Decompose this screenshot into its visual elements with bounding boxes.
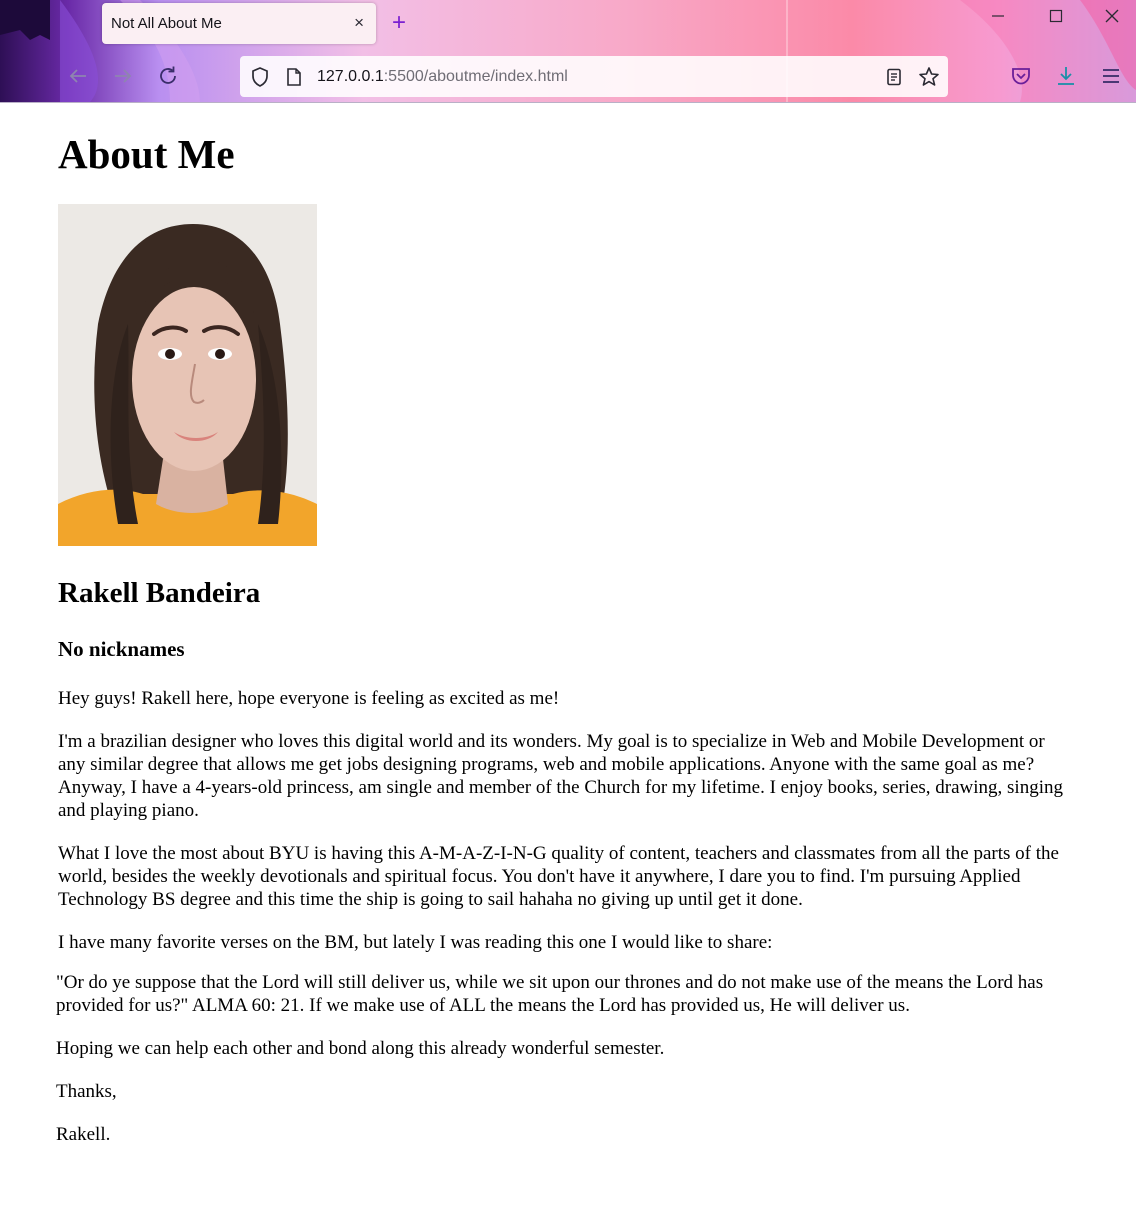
tab-active[interactable]: Not All About Me × [102,3,376,44]
minimize-icon[interactable] [990,8,1006,24]
about-paragraph: I'm a brazilian designer who loves this … [58,731,1063,821]
bookmark-star-icon[interactable] [918,66,940,88]
reader-view-icon[interactable] [884,67,904,87]
back-arrow-icon[interactable] [66,64,90,88]
new-tab-button[interactable]: + [392,9,406,37]
nickname-heading: No nicknames [58,637,185,661]
downloads-icon[interactable] [1054,64,1078,88]
tab-title: Not All About Me [111,15,222,32]
byu-paragraph: What I love the most about BYU is having… [58,843,1059,910]
scripture-quote-paragraph: "Or do ye suppose that the Lord will sti… [56,972,1044,1016]
thanks-line: Thanks, [56,1081,117,1102]
tab-close-icon[interactable]: × [354,13,364,33]
reload-icon[interactable] [156,64,180,88]
url-host: 127.0.0.1 [317,68,384,85]
url-path: :5500/aboutme/index.html [383,68,568,85]
intro-paragraph: Hey guys! Rakell here, hope everyone is … [58,688,560,709]
shield-icon[interactable] [249,66,271,88]
navigation-toolbar: 127.0.0.1:5500/aboutme/index.html [0,51,1136,102]
menu-hamburger-icon[interactable] [1099,64,1123,88]
page-title: About Me [58,131,235,177]
verses-intro-paragraph: I have many favorite verses on the BM, b… [58,932,773,953]
browser-chrome: Not All About Me × + 127.0.0.1:5500/abou… [0,0,1136,103]
tab-bar: Not All About Me × + [0,0,1136,50]
portrait-image [58,204,317,546]
signature-line: Rakell. [56,1124,111,1145]
profile-photo [58,204,317,546]
page-info-icon[interactable] [285,67,303,87]
forward-arrow-icon[interactable] [111,64,135,88]
address-bar[interactable]: 127.0.0.1:5500/aboutme/index.html [240,56,948,97]
pocket-icon[interactable] [1009,64,1033,88]
maximize-icon[interactable] [1048,8,1064,24]
close-window-icon[interactable] [1104,8,1120,24]
url-text: 127.0.0.1:5500/aboutme/index.html [317,68,568,86]
profile-name: Rakell Bandeira [58,577,261,609]
closing-paragraph: Hoping we can help each other and bond a… [56,1038,665,1059]
